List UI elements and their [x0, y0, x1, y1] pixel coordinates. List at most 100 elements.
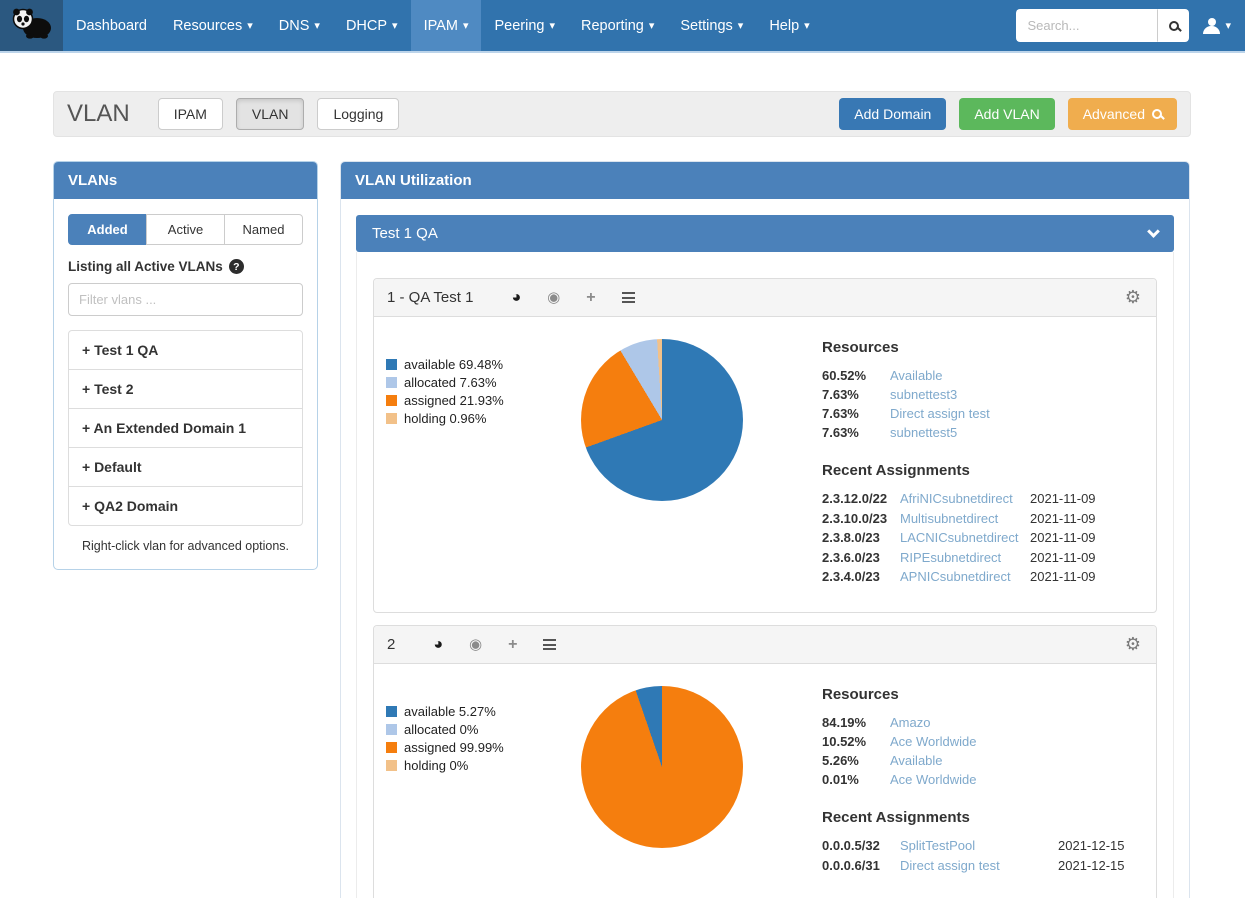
assignment-cidr: 2.3.10.0/23	[822, 511, 892, 526]
chevron-down-icon: ▾	[1225, 19, 1231, 32]
eye-icon[interactable]: ◉	[547, 290, 560, 305]
plus-icon[interactable]: +	[586, 290, 595, 306]
vlan-list-item[interactable]: + An Extended Domain 1	[69, 409, 302, 448]
search-button[interactable]	[1158, 9, 1189, 42]
search-icon	[1169, 21, 1179, 31]
assignment-cidr: 2.3.8.0/23	[822, 530, 892, 545]
resource-link[interactable]: Ace Worldwide	[890, 734, 1146, 749]
assignment-cidr: 0.0.0.6/31	[822, 858, 892, 873]
nav-dashboard[interactable]: Dashboard	[63, 0, 160, 51]
assignment-link[interactable]: Multisubnetdirect	[900, 511, 1022, 526]
tab-named[interactable]: Named	[224, 214, 303, 245]
widget-header: 2 ◕ ◉ + ⚙	[374, 626, 1156, 664]
nav-label: DHCP	[346, 18, 387, 34]
widget-content: available 5.27% allocated 0% assigned 99…	[374, 664, 1156, 898]
legend-swatch	[386, 395, 397, 406]
domain-group-header[interactable]: Test 1 QA	[356, 215, 1174, 252]
add-domain-button[interactable]: Add Domain	[839, 98, 946, 130]
add-vlan-button[interactable]: Add VLAN	[959, 98, 1054, 130]
vlans-panel: VLANs Added Active Named Listing all Act…	[53, 161, 318, 570]
vlan-list-item[interactable]: + Test 1 QA	[69, 331, 302, 370]
nav-dns[interactable]: DNS▾	[266, 0, 333, 51]
resource-link[interactable]: Amazo	[890, 715, 1146, 730]
assignment-link[interactable]: AfriNICsubnetdirect	[900, 491, 1022, 506]
resource-link[interactable]: Direct assign test	[890, 406, 1146, 421]
list-view-icon[interactable]	[622, 290, 635, 306]
vlan-list-item[interactable]: + QA2 Domain	[69, 487, 302, 525]
domain-group-body: 1 - QA Test 1 ◕ ◉ + ⚙ available 69.48% a…	[356, 252, 1174, 898]
resource-link[interactable]: Ace Worldwide	[890, 772, 1146, 787]
vlan-filter-tabs: Added Active Named	[68, 214, 303, 245]
utilization-panel-body: Test 1 QA 1 - QA Test 1 ◕ ◉ + ⚙	[341, 199, 1189, 898]
plus-icon[interactable]: +	[508, 637, 517, 653]
legend-row: holding 0%	[386, 758, 544, 773]
tab-active[interactable]: Active	[146, 214, 225, 245]
assignment-date: 2021-12-15	[1058, 858, 1146, 873]
chevron-down-icon: ▾	[314, 19, 320, 32]
nav-ipam[interactable]: IPAM▾	[411, 0, 482, 51]
page-header: VLAN IPAM VLAN Logging Add Domain Add VL…	[53, 91, 1191, 137]
navbar: Dashboard Resources▾ DNS▾ DHCP▾ IPAM▾ Pe…	[0, 0, 1245, 53]
vlan-list: + Test 1 QA + Test 2 + An Extended Domai…	[68, 330, 303, 526]
nav-label: Peering	[494, 18, 544, 34]
vlan-list-item[interactable]: + Default	[69, 448, 302, 487]
resources-heading: Resources	[822, 339, 1146, 356]
nav-dhcp[interactable]: DHCP▾	[333, 0, 411, 51]
resource-pct: 60.52%	[822, 368, 880, 383]
chevron-down-icon: ▾	[649, 19, 655, 32]
assignment-date: 2021-11-09	[1030, 550, 1146, 565]
assignment-link[interactable]: Direct assign test	[900, 858, 1050, 873]
eye-icon[interactable]: ◉	[469, 637, 482, 652]
list-view-icon[interactable]	[543, 637, 556, 653]
legend-label: assigned 21.93%	[404, 393, 504, 408]
recent-assignments: Recent Assignments 0.0.0.5/32SplitTestPo…	[822, 809, 1146, 873]
assignment-link[interactable]: RIPEsubnetdirect	[900, 550, 1022, 565]
tab-ipam[interactable]: IPAM	[158, 98, 223, 130]
app-logo[interactable]	[0, 0, 63, 51]
gear-icon[interactable]: ⚙	[1125, 287, 1141, 308]
chevron-down-icon[interactable]	[1147, 225, 1160, 238]
resource-link[interactable]: subnettest3	[890, 387, 1146, 402]
nav-help[interactable]: Help▾	[756, 0, 822, 51]
widget-header: 1 - QA Test 1 ◕ ◉ + ⚙	[374, 279, 1156, 317]
panda-logo-icon	[10, 6, 54, 45]
assignment-date: 2021-11-09	[1030, 491, 1146, 506]
assignment-date: 2021-11-09	[1030, 569, 1146, 584]
nav-label: Settings	[680, 18, 732, 34]
advanced-search-button[interactable]: Advanced	[1068, 98, 1177, 130]
resource-link[interactable]: Available	[890, 753, 1146, 768]
tab-vlan[interactable]: VLAN	[236, 98, 305, 130]
vlan-filter-input[interactable]	[68, 283, 303, 316]
gear-icon[interactable]: ⚙	[1125, 634, 1141, 655]
assignment-link[interactable]: APNICsubnetdirect	[900, 569, 1022, 584]
nav-label: Reporting	[581, 18, 644, 34]
legend-swatch	[386, 359, 397, 370]
tab-added[interactable]: Added	[68, 214, 147, 245]
resource-link[interactable]: Available	[890, 368, 1146, 383]
nav-peering[interactable]: Peering▾	[481, 0, 568, 51]
help-icon[interactable]: ?	[229, 259, 244, 274]
utilization-pie-chart	[581, 686, 743, 848]
pie-chart-icon[interactable]: ◕	[433, 637, 443, 653]
user-menu[interactable]: ▾	[1203, 18, 1231, 34]
button-label: Advanced	[1083, 106, 1145, 122]
recent-assignments-heading: Recent Assignments	[822, 462, 1146, 479]
nav-settings[interactable]: Settings▾	[667, 0, 756, 51]
nav-reporting[interactable]: Reporting ▾	[568, 0, 667, 51]
widget-title: 2	[387, 636, 395, 653]
vlan-list-item[interactable]: + Test 2	[69, 370, 302, 409]
chevron-down-icon: ▾	[463, 19, 469, 32]
legend-swatch	[386, 760, 397, 771]
tab-logging[interactable]: Logging	[317, 98, 399, 130]
utilization-panel-title: VLAN Utilization	[341, 162, 1189, 199]
legend-row: allocated 7.63%	[386, 375, 544, 390]
assignment-link[interactable]: LACNICsubnetdirect	[900, 530, 1022, 545]
resource-pct: 84.19%	[822, 715, 880, 730]
pie-chart-icon[interactable]: ◕	[511, 290, 521, 306]
assignment-link[interactable]: SplitTestPool	[900, 838, 1050, 853]
vlan-utilization-panel: VLAN Utilization Test 1 QA 1 - QA Test 1…	[340, 161, 1190, 898]
nav-resources[interactable]: Resources▾	[160, 0, 266, 51]
search-input[interactable]	[1016, 9, 1158, 42]
domain-group-title: Test 1 QA	[372, 225, 438, 242]
resource-link[interactable]: subnettest5	[890, 425, 1146, 440]
